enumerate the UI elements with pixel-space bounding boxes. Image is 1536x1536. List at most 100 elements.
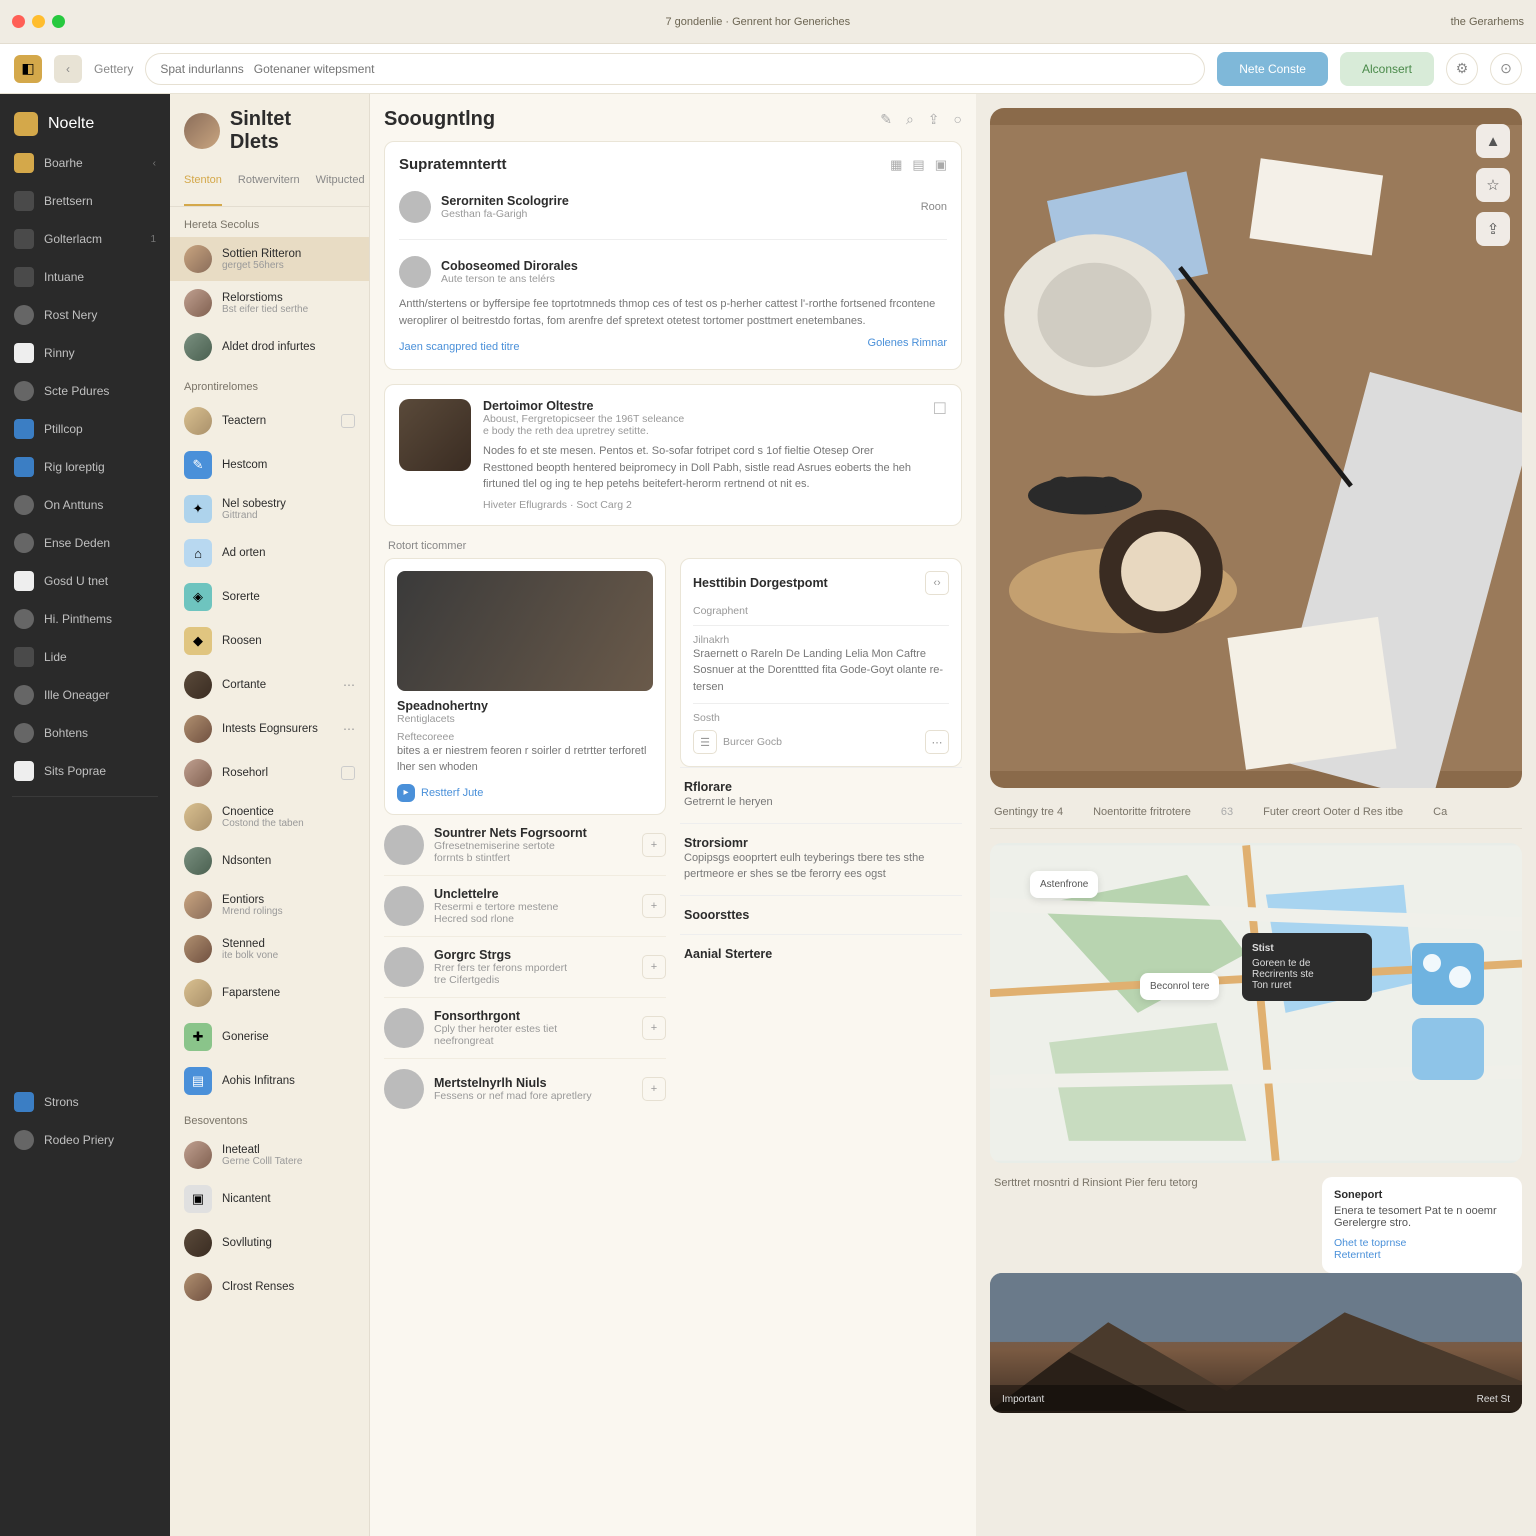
- list-item[interactable]: EontiorsMrend rolings: [170, 883, 369, 927]
- list-item[interactable]: Clrost Renses: [170, 1265, 369, 1309]
- list-item[interactable]: RelorstiomsBst eifer tied serthe: [170, 281, 369, 325]
- detail-item[interactable]: RflorareGetrernt le heryen: [680, 767, 962, 823]
- sidebar-item[interactable]: Ptillcop: [0, 410, 170, 448]
- list-item[interactable]: Cortante⋯: [170, 663, 369, 707]
- list-item[interactable]: Faparstene: [170, 971, 369, 1015]
- section-link[interactable]: Rotort ticommer: [388, 540, 958, 552]
- share-icon[interactable]: ⇪: [928, 111, 940, 128]
- detail-item[interactable]: StrorsiomrCopipsgs eooprtert eulh teyber…: [680, 823, 962, 895]
- more-icon[interactable]: ⋯: [925, 730, 949, 754]
- sidebar-item[interactable]: Sits Poprae: [0, 752, 170, 790]
- list-item[interactable]: ◈Sorerte: [170, 575, 369, 619]
- list-item[interactable]: IneteatlGerne Colll Tatere: [170, 1133, 369, 1177]
- list-item[interactable]: ✦Nel sobestryGittrand: [170, 487, 369, 531]
- sidebar-item[interactable]: Scte Pdures: [0, 372, 170, 410]
- bookmark-icon[interactable]: ☐: [933, 399, 947, 511]
- list-icon[interactable]: ▤: [912, 157, 924, 173]
- list-item[interactable]: ✚Gonerise: [170, 1015, 369, 1059]
- list-item[interactable]: Sottien Ritterongerget 56hers: [170, 237, 369, 281]
- search-input[interactable]: [145, 53, 1205, 85]
- list-item[interactable]: ✎Hestcom: [170, 443, 369, 487]
- list-item[interactable]: Aldet drod infurtes: [170, 325, 369, 369]
- hero-action-icon[interactable]: ⇪: [1476, 212, 1510, 246]
- post-link[interactable]: Jaen scangpred tied titre: [399, 341, 519, 353]
- nav-back-icon[interactable]: ‹: [54, 55, 82, 83]
- help-icon[interactable]: ⊙: [1490, 53, 1522, 85]
- map-tile[interactable]: [1412, 1018, 1484, 1080]
- mini-card[interactable]: Speadnohertny Rentiglacets Reftecoreee b…: [384, 558, 666, 815]
- app-icon[interactable]: ◧: [14, 55, 42, 83]
- tab[interactable]: Rotwervitern: [238, 164, 300, 206]
- grid-icon[interactable]: ▦: [890, 157, 902, 173]
- people-row[interactable]: Mertstelnyrlh NiulsFessens or nef mad fo…: [384, 1058, 666, 1119]
- map-tooltip[interactable]: Astenfrone: [1030, 871, 1098, 898]
- primary-button[interactable]: Nete Conste: [1217, 52, 1328, 86]
- sidebar-item[interactable]: Golterlacm1: [0, 220, 170, 258]
- feed-item[interactable]: Serorniten Scologrire Gesthan fa-Garigh …: [399, 183, 947, 231]
- checkbox[interactable]: [341, 766, 355, 780]
- mini-card[interactable]: Hesttibin Dorgestpomt ‹› Cographent Jiln…: [680, 558, 962, 768]
- add-icon[interactable]: +: [642, 894, 666, 918]
- detail-item[interactable]: Sooorsttes: [680, 895, 962, 934]
- more-icon[interactable]: ○: [954, 111, 962, 128]
- sidebar-item[interactable]: Ille Oneager: [0, 676, 170, 714]
- add-icon[interactable]: +: [642, 1077, 666, 1101]
- sidebar-item[interactable]: Boarhe‹: [0, 144, 170, 182]
- list-item[interactable]: Stennedite bolk vone: [170, 927, 369, 971]
- list-item[interactable]: Teactern: [170, 399, 369, 443]
- list-item[interactable]: Rosehorl: [170, 751, 369, 795]
- hero-action-icon[interactable]: ▲: [1476, 124, 1510, 158]
- sidebar-item[interactable]: Brettsern: [0, 182, 170, 220]
- action-icon[interactable]: ‹›: [925, 571, 949, 595]
- tab[interactable]: Stenton: [184, 164, 222, 206]
- search-icon[interactable]: ⌕: [906, 111, 914, 128]
- add-icon[interactable]: +: [642, 1016, 666, 1040]
- people-row[interactable]: Gorgrc StrgsRrer fers ter ferons mporder…: [384, 936, 666, 997]
- sidebar-item[interactable]: Bohtens: [0, 714, 170, 752]
- list-item[interactable]: ⌂Ad orten: [170, 531, 369, 575]
- sidebar-item[interactable]: Rinny: [0, 334, 170, 372]
- list-item[interactable]: ◆Roosen: [170, 619, 369, 663]
- edit-icon[interactable]: ✎: [880, 111, 892, 128]
- sidebar-item[interactable]: Rodeo Priery: [0, 1121, 170, 1159]
- sidebar-item[interactable]: Rost Nery: [0, 296, 170, 334]
- people-row[interactable]: Sountrer Nets FogrsoorntGfresetnemiserin…: [384, 815, 666, 875]
- minimize-icon[interactable]: [32, 15, 45, 28]
- window-controls[interactable]: [12, 15, 65, 28]
- sidebar-item[interactable]: Lide: [0, 638, 170, 676]
- tab[interactable]: Witpucted: [316, 164, 365, 206]
- sidebar-item[interactable]: Ense Deden: [0, 524, 170, 562]
- maximize-icon[interactable]: [52, 15, 65, 28]
- close-icon[interactable]: [12, 15, 25, 28]
- list-item[interactable]: Sovlluting: [170, 1221, 369, 1265]
- feed-post[interactable]: Coboseomed Dirorales Aute terson te ans …: [399, 248, 947, 296]
- sidebar-item[interactable]: Strons: [0, 1083, 170, 1121]
- list-item[interactable]: Ndsonten: [170, 839, 369, 883]
- more-icon[interactable]: ⋯: [343, 678, 355, 692]
- sidebar-item[interactable]: On Anttuns: [0, 486, 170, 524]
- toolbar-link[interactable]: Gettery: [94, 62, 133, 76]
- list-item[interactable]: ▣Nicantent: [170, 1177, 369, 1221]
- map[interactable]: Astenfrone Beconrol tere Stist Goreen te…: [990, 843, 1522, 1163]
- list-item[interactable]: ▤Aohis Infitrans: [170, 1059, 369, 1103]
- checkbox[interactable]: [341, 414, 355, 428]
- secondary-button[interactable]: Alconsert: [1340, 52, 1434, 86]
- brand[interactable]: Noelte: [0, 104, 170, 144]
- people-row[interactable]: UnclettelreResermi e tertore mesteneHecr…: [384, 875, 666, 936]
- hero-action-icon[interactable]: ☆: [1476, 168, 1510, 202]
- sidebar-item[interactable]: Rig loreptig: [0, 448, 170, 486]
- sidebar-item[interactable]: Intuane: [0, 258, 170, 296]
- landscape-card[interactable]: Important Reet St: [990, 1273, 1522, 1413]
- add-icon[interactable]: +: [642, 833, 666, 857]
- sidebar-item[interactable]: Gosd U tnet: [0, 562, 170, 600]
- more-icon[interactable]: ⋯: [343, 722, 355, 736]
- list-item[interactable]: CnoenticeCostond the taben: [170, 795, 369, 839]
- sidebar-item[interactable]: Hi. Pinthems: [0, 600, 170, 638]
- list-item[interactable]: Intests Eognsurers⋯: [170, 707, 369, 751]
- map-info-card[interactable]: Stist Goreen te de Recrirents ste Ton ru…: [1242, 933, 1372, 1001]
- people-row[interactable]: FonsorthrgontCply ther heroter estes tie…: [384, 997, 666, 1058]
- expand-icon[interactable]: ▣: [935, 157, 947, 173]
- detail-item[interactable]: Aanial Stertere: [680, 934, 962, 973]
- map-tile[interactable]: [1412, 943, 1484, 1005]
- settings-icon[interactable]: ⚙: [1446, 53, 1478, 85]
